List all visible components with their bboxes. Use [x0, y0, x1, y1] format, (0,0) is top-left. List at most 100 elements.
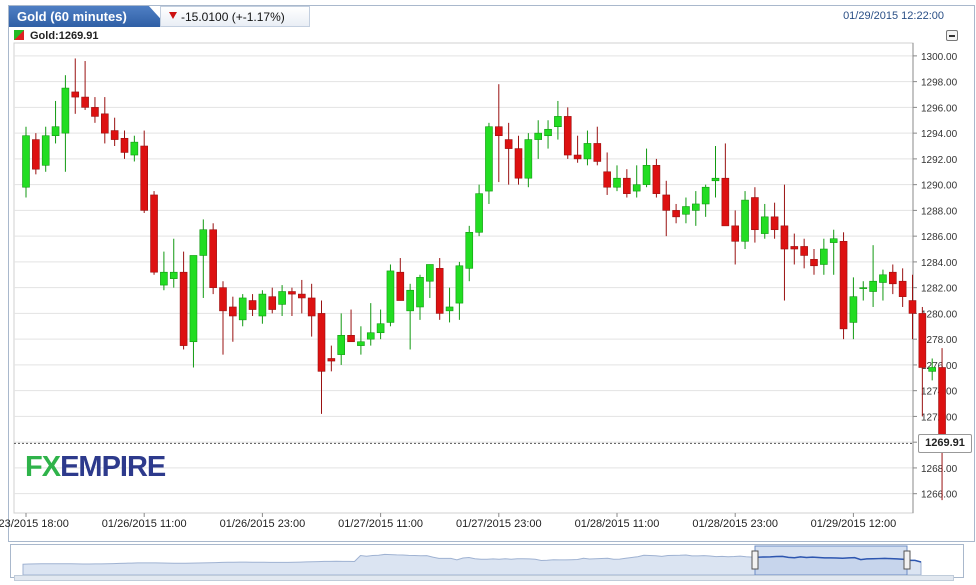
candle-body [494, 126, 503, 137]
fxempire-logo: FXEMPIRE [25, 451, 166, 484]
candle-body [268, 296, 277, 310]
candle-body [307, 297, 316, 317]
candle-body [485, 126, 493, 192]
candle-body [879, 274, 887, 283]
candle-body [199, 229, 208, 256]
y-tick-label: 1286.00 [921, 232, 958, 243]
candle-body [258, 293, 267, 317]
y-tick-label: 1266.00 [921, 490, 958, 501]
candle-body [455, 265, 464, 304]
x-tick-label: 01/29/2015 12:00 [811, 518, 897, 530]
x-tick-label: 01/26/2015 23:00 [220, 518, 306, 530]
candle-body [554, 116, 562, 127]
x-tick-label: 01/28/2015 11:00 [575, 518, 660, 530]
candle-body [130, 141, 139, 156]
candle-body [800, 246, 808, 256]
candle-body [278, 291, 286, 305]
x-tick-label: 01/28/2015 23:00 [692, 518, 778, 530]
candle-body [829, 238, 838, 243]
candle-body [297, 293, 306, 299]
candle-body [711, 177, 720, 182]
candle-body [603, 171, 611, 188]
candle-body [209, 229, 217, 288]
candle-body [691, 203, 700, 211]
y-tick-label: 1282.00 [921, 284, 958, 295]
x-tick-label: 01/23/2015 18:00 [0, 518, 69, 530]
candle-body [229, 306, 237, 317]
candle-body [416, 277, 424, 308]
candle-body [81, 96, 89, 108]
candle-body [347, 335, 355, 343]
x-tick-label: 01/27/2015 11:00 [338, 518, 423, 530]
candle-body [41, 135, 50, 166]
candle-body [573, 154, 582, 160]
navigator-handle[interactable] [751, 550, 759, 570]
candle-body [721, 177, 730, 227]
y-tick-label: 1290.00 [921, 181, 958, 192]
navigator-chart[interactable] [11, 545, 963, 577]
y-tick-label: 1292.00 [921, 155, 958, 166]
y-tick-label: 1288.00 [921, 206, 958, 217]
candle-body [51, 126, 60, 137]
navigator-window [754, 545, 908, 576]
candle-body [741, 199, 749, 242]
candle-body [357, 341, 365, 346]
y-tick-label: 1268.00 [921, 464, 958, 475]
candle-body [32, 139, 40, 170]
candle-body [91, 107, 99, 117]
logo-empire: EMPIRE [60, 451, 166, 483]
candle-body [101, 113, 109, 134]
candle-body [632, 184, 641, 192]
candle-body [760, 216, 769, 234]
candle-body [820, 248, 828, 265]
candle-body [445, 306, 454, 312]
x-tick-label: 01/26/2015 11:00 [102, 518, 187, 530]
candle-body [514, 148, 523, 179]
navigator-panel[interactable] [10, 544, 964, 578]
candle-body [61, 87, 70, 134]
y-tick-label: 1278.00 [921, 335, 958, 346]
y-tick-label: 1284.00 [921, 258, 958, 269]
logo-fx: FX [25, 451, 61, 483]
candle-body [593, 143, 602, 162]
candle-body [672, 210, 680, 218]
candle-body [386, 270, 395, 323]
candle-body [288, 291, 296, 295]
candle-body [435, 268, 444, 314]
candle-body [475, 193, 483, 233]
candle-body [544, 128, 552, 137]
candle-body [928, 367, 937, 372]
candle-body [623, 177, 631, 194]
candle-body [839, 241, 848, 330]
candle-body [110, 130, 119, 140]
candle-body [465, 231, 474, 269]
candle-body [938, 367, 946, 444]
candle-body [770, 216, 779, 231]
candle-body [642, 165, 651, 185]
candle-body [504, 139, 513, 149]
candle-body [534, 132, 543, 140]
candle-body [780, 225, 789, 250]
candle-body [731, 225, 740, 242]
candle-body [120, 137, 129, 153]
candle-body [22, 135, 30, 188]
candle-body [563, 116, 572, 156]
candle-body [524, 139, 533, 179]
navigator-handle[interactable] [903, 550, 911, 570]
y-tick-label: 1298.00 [921, 78, 958, 89]
candle-body [150, 194, 158, 273]
candle-body [859, 287, 868, 289]
x-tick-label: 01/27/2015 23:00 [456, 518, 542, 530]
candle-body [179, 271, 188, 346]
candle-body [337, 335, 346, 355]
navigator-scrollbar[interactable] [14, 575, 954, 581]
last-price-tag: 1269.91 [918, 434, 972, 454]
candle-body [613, 177, 621, 188]
candle-body [426, 264, 434, 282]
y-tick-label: 1280.00 [921, 309, 958, 320]
candle-body [652, 165, 661, 194]
candle-body [327, 358, 336, 362]
candle-body [376, 323, 385, 334]
candle-body [248, 300, 257, 310]
candle-body [751, 197, 759, 231]
